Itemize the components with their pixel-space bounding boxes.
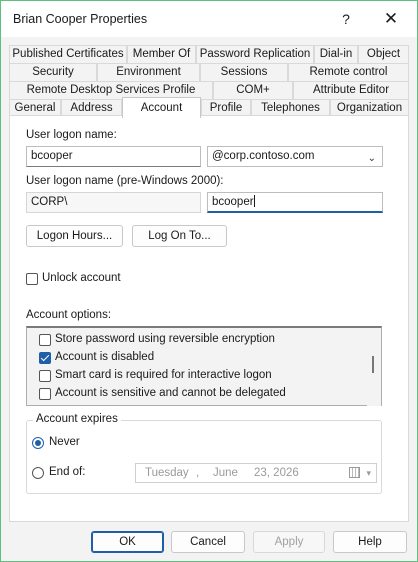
tab-row-2: Security Environment Sessions Remote con…: [9, 63, 409, 81]
expires-end-of-radio[interactable]: [32, 467, 44, 479]
date-weekday: Tuesday: [145, 467, 189, 479]
tab-object[interactable]: Object: [358, 45, 409, 63]
account-options-list[interactable]: Store password using reversible encrypti…: [26, 326, 382, 406]
tab-security[interactable]: Security: [9, 63, 97, 81]
expires-end-of-label: End of:: [49, 466, 86, 478]
logon-hours-button[interactable]: Logon Hours...: [26, 225, 123, 247]
logon-name-label: User logon name:: [26, 129, 117, 141]
title-bar: Brian Cooper Properties ? ✕: [1, 1, 417, 37]
option-account-disabled-label: Account is disabled: [55, 351, 155, 363]
logon-name-input[interactable]: bcooper: [26, 146, 201, 167]
pre2000-domain-field: CORP\: [26, 192, 201, 213]
option-sensitive-checkbox[interactable]: [39, 388, 51, 400]
tab-row-1: Published Certificates Member Of Passwor…: [9, 45, 409, 63]
date-month: June: [213, 467, 238, 479]
tab-remote-control[interactable]: Remote control: [288, 63, 409, 81]
dialog-footer: OK Cancel Apply Help: [1, 523, 417, 561]
close-icon[interactable]: ✕: [372, 8, 410, 32]
cancel-button[interactable]: Cancel: [171, 531, 245, 553]
apply-button[interactable]: Apply: [253, 531, 325, 553]
tab-member-of[interactable]: Member Of: [127, 45, 196, 63]
chevron-down-icon: ▾: [366, 468, 371, 478]
scrollbar-thumb[interactable]: [372, 356, 374, 373]
option-reversible-encryption-checkbox[interactable]: [39, 334, 51, 346]
account-tab-panel: User logon name: bcooper @corp.contoso.c…: [9, 115, 409, 522]
account-expires-group: Account expires Never End of: Tuesday , …: [26, 413, 382, 494]
tab-environment[interactable]: Environment: [97, 63, 200, 81]
expiry-date-picker: Tuesday , June 23, 2026 ▾: [135, 463, 377, 483]
chevron-down-icon: ⌄: [367, 153, 376, 164]
pre2000-logon-input[interactable]: bcooper: [207, 192, 383, 213]
calendar-icon: [349, 467, 360, 478]
option-smart-card-label: Smart card is required for interactive l…: [55, 369, 272, 381]
tab-dial-in[interactable]: Dial-in: [314, 45, 358, 63]
window-title: Brian Cooper Properties: [13, 12, 148, 26]
tab-com-plus[interactable]: COM+: [213, 81, 293, 99]
unlock-account-label: Unlock account: [42, 272, 121, 284]
tab-password-replication[interactable]: Password Replication: [196, 45, 314, 63]
upn-suffix-select[interactable]: @corp.contoso.com ⌄: [207, 146, 383, 167]
unlock-account-checkbox[interactable]: [26, 273, 38, 285]
option-account-disabled-checkbox[interactable]: [39, 352, 51, 364]
options-scrollbar[interactable]: [367, 328, 381, 406]
expires-never-label: Never: [49, 436, 80, 448]
option-smart-card-checkbox[interactable]: [39, 370, 51, 382]
log-on-to-button[interactable]: Log On To...: [132, 225, 227, 247]
account-expires-legend: Account expires: [33, 413, 121, 425]
account-options-label: Account options:: [26, 309, 112, 321]
tab-row-3: Remote Desktop Services Profile COM+ Att…: [9, 81, 409, 99]
tab-sessions[interactable]: Sessions: [200, 63, 288, 81]
properties-dialog: Brian Cooper Properties ? ✕ Published Ce…: [0, 0, 418, 562]
tab-published-certificates[interactable]: Published Certificates: [9, 45, 127, 63]
tab-attribute-editor[interactable]: Attribute Editor: [293, 81, 409, 99]
date-separator: ,: [196, 467, 200, 479]
tab-account[interactable]: Account: [122, 97, 201, 118]
ok-button[interactable]: OK: [91, 531, 164, 553]
option-sensitive-label: Account is sensitive and cannot be deleg…: [55, 387, 286, 399]
date-day-year: 23, 2026: [254, 467, 299, 479]
pre2000-logon-value: bcooper: [212, 196, 254, 208]
text-caret: [253, 195, 255, 207]
expires-never-radio[interactable]: [32, 437, 44, 449]
pre2000-label: User logon name (pre-Windows 2000):: [26, 175, 224, 187]
option-reversible-encryption-label: Store password using reversible encrypti…: [55, 333, 275, 345]
help-button[interactable]: Help: [333, 531, 407, 553]
upn-suffix-value: @corp.contoso.com: [212, 150, 315, 162]
help-icon[interactable]: ?: [327, 8, 365, 32]
